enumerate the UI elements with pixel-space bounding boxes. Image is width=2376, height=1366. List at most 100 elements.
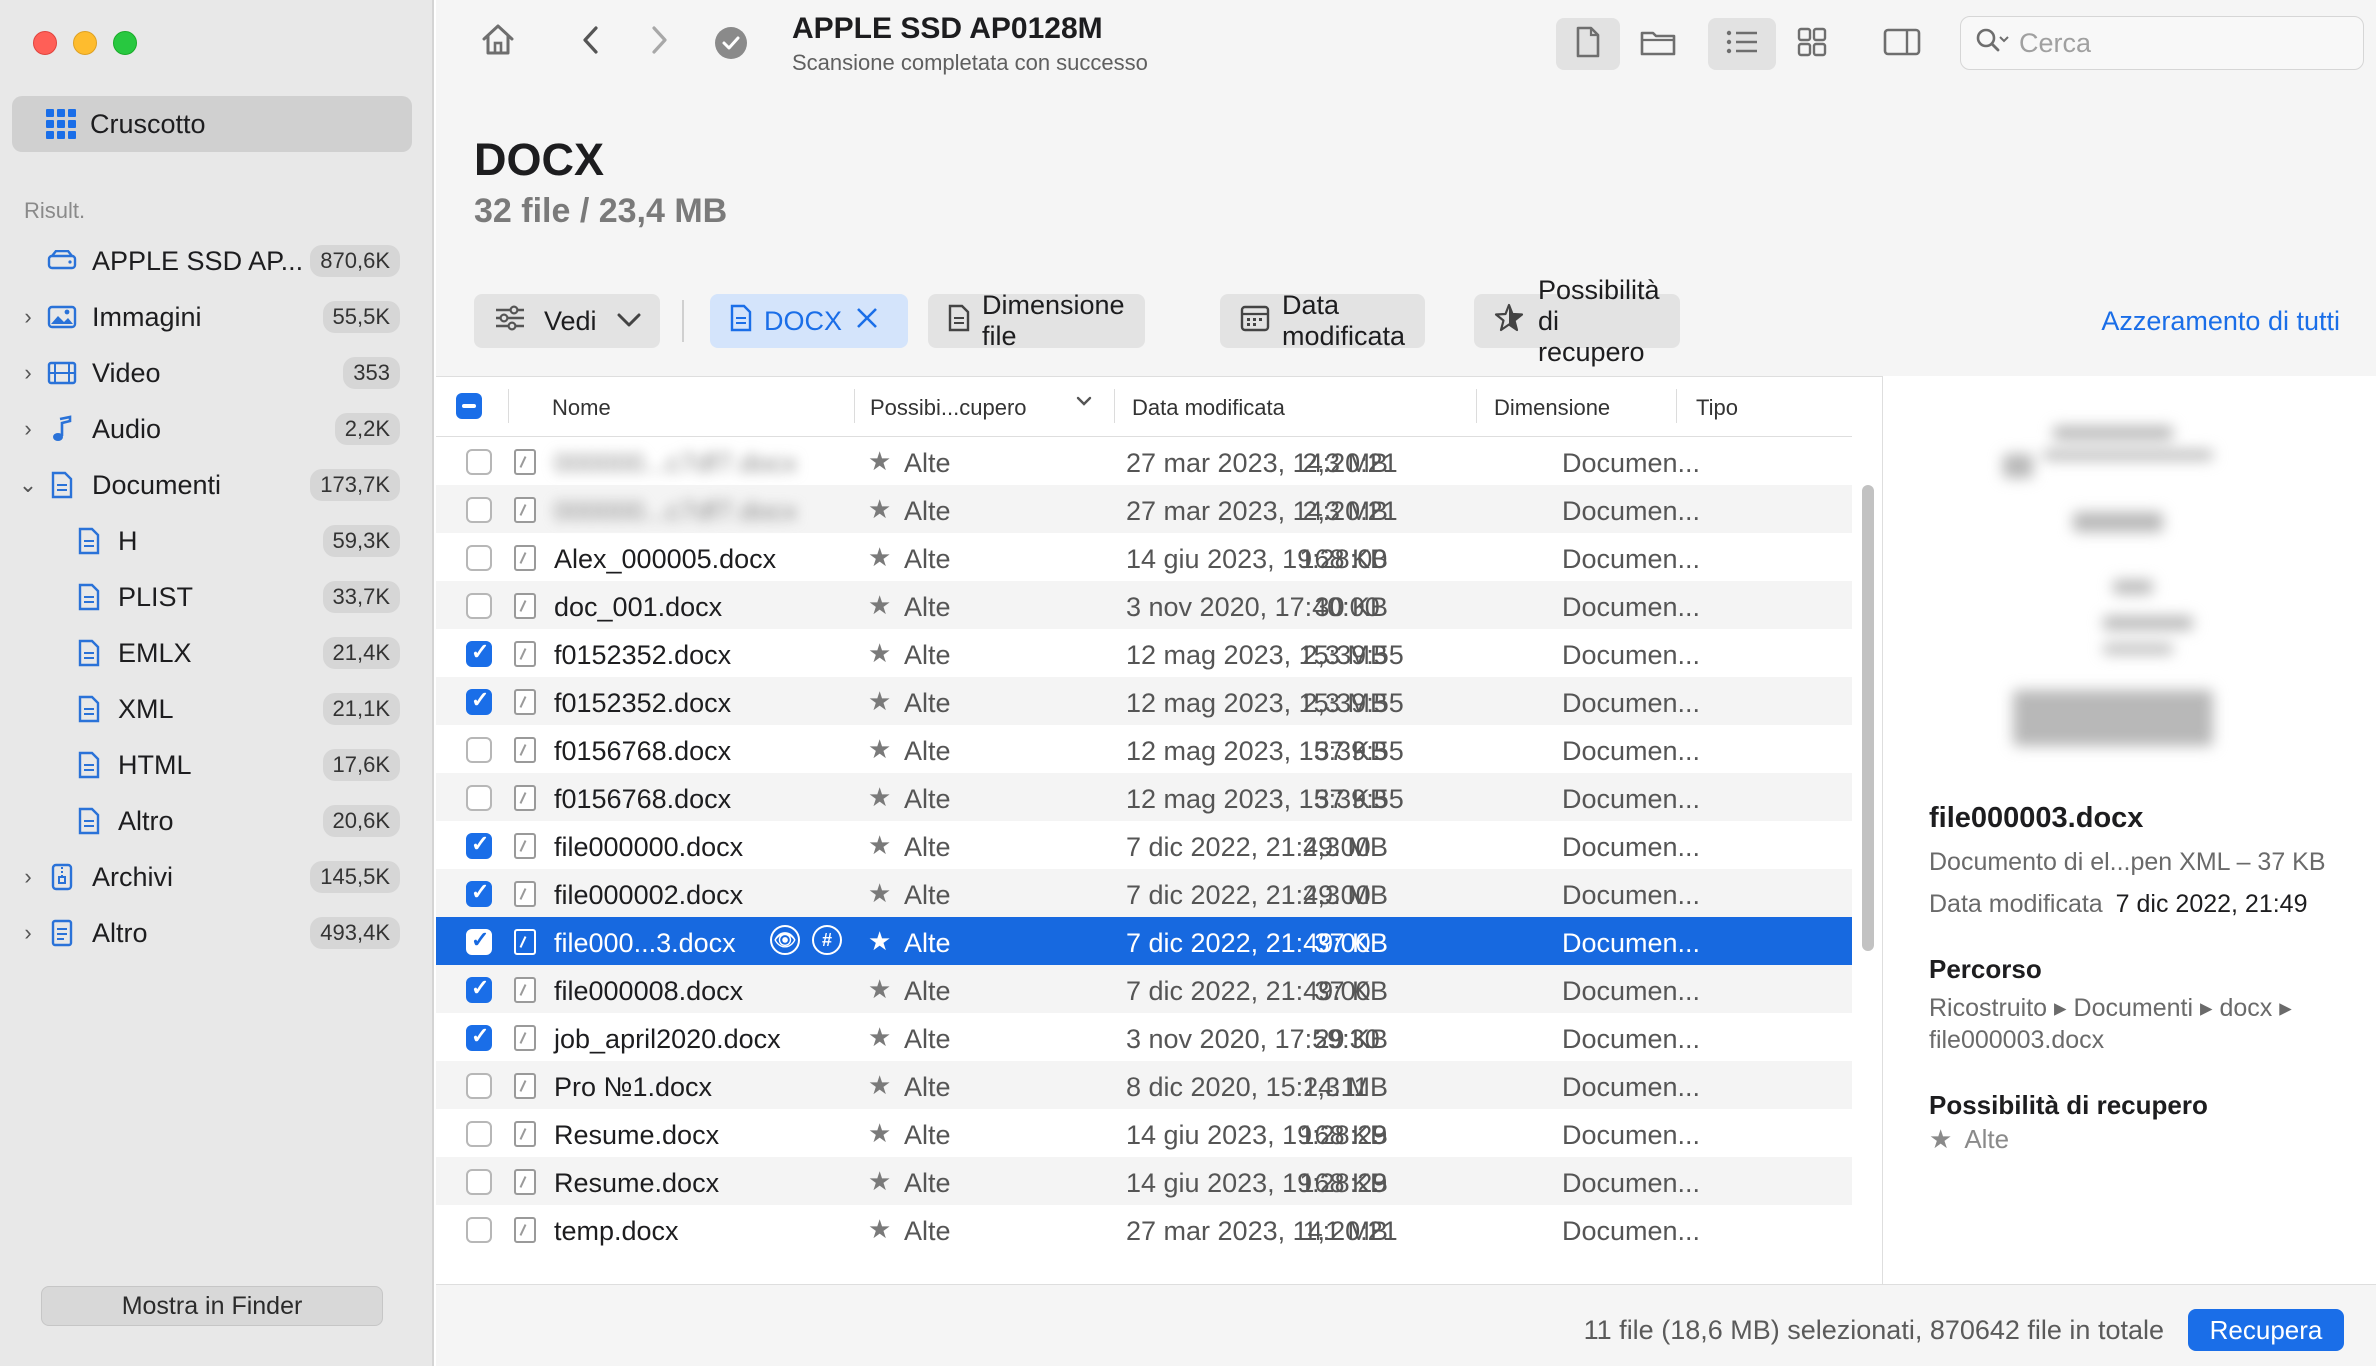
- column-header-date[interactable]: Data modificata: [1132, 395, 1285, 421]
- row-checkbox[interactable]: [466, 593, 492, 619]
- chevron-right-icon[interactable]: ›: [18, 416, 38, 442]
- column-header-chance[interactable]: Possibi...cupero: [870, 395, 1027, 421]
- table-row[interactable]: f0152352.docx ★ Alte 12 mag 2023, 15:39:…: [436, 677, 1852, 725]
- docx-filter-chip[interactable]: DOCX: [710, 294, 908, 348]
- minimize-window-button[interactable]: [73, 31, 97, 55]
- star-icon: ★: [868, 1022, 892, 1052]
- row-checkbox[interactable]: [466, 1023, 492, 1051]
- table-row[interactable]: temp.docx ★ Alte 27 mar 2023, 14:20:21 1…: [436, 1205, 1852, 1253]
- sidebar-item-label: Immagini: [92, 301, 202, 332]
- table-row[interactable]: Resume.docx ★ Alte 14 giu 2023, 19:28:29…: [436, 1157, 1852, 1205]
- chevron-right-icon[interactable]: ›: [18, 304, 38, 330]
- row-checkbox[interactable]: [466, 927, 492, 955]
- list-view-button[interactable]: [1708, 18, 1776, 70]
- column-header-name[interactable]: Nome: [552, 395, 611, 421]
- select-all-checkbox[interactable]: [456, 393, 482, 419]
- search-field[interactable]: [1960, 16, 2364, 70]
- view-dropdown[interactable]: Vedi: [474, 294, 660, 348]
- row-checkbox[interactable]: [466, 545, 492, 571]
- grid-view-button[interactable]: [1780, 18, 1844, 70]
- close-icon[interactable]: [854, 305, 880, 338]
- sidebar-item-drive[interactable]: APPLE SSD AP... 870,6K: [0, 233, 434, 289]
- table-row[interactable]: Resume.docx ★ Alte 14 giu 2023, 19:28:29…: [436, 1109, 1852, 1157]
- row-checkbox[interactable]: [466, 1169, 492, 1195]
- table-row[interactable]: job_april2020.docx ★ Alte 3 nov 2020, 17…: [436, 1013, 1852, 1061]
- sort-chevron-icon[interactable]: [1074, 391, 1094, 417]
- row-checkbox[interactable]: [466, 687, 492, 715]
- show-in-finder-button[interactable]: Mostra in Finder: [41, 1286, 383, 1326]
- forward-arrow-icon[interactable]: [644, 22, 674, 67]
- sidebar-item-other-docs[interactable]: Altro 20,6K: [0, 793, 434, 849]
- chevron-right-icon[interactable]: ›: [18, 864, 38, 890]
- sidebar-item-other[interactable]: › Altro 493,4K: [0, 905, 434, 961]
- recovery-chance: Alte: [904, 1216, 951, 1246]
- table-row[interactable]: f0156768.docx ★ Alte 12 mag 2023, 15:39:…: [436, 773, 1852, 821]
- sidebar-item-documents[interactable]: ⌄ Documenti 173,7K: [0, 457, 434, 513]
- chevron-right-icon[interactable]: ›: [18, 360, 38, 386]
- table-row[interactable]: 000000...c7df7.docx ★ Alte 27 mar 2023, …: [436, 437, 1852, 485]
- sidebar-item-html[interactable]: HTML 17,6K: [0, 737, 434, 793]
- close-window-button[interactable]: [33, 31, 57, 55]
- chevron-down-icon: [615, 306, 643, 337]
- sidebar-item-h[interactable]: H 59,3K: [0, 513, 434, 569]
- chevron-right-icon[interactable]: ›: [18, 920, 38, 946]
- reset-all-link[interactable]: Azzeramento di tutti: [2101, 306, 2340, 337]
- row-checkbox[interactable]: [466, 737, 492, 763]
- sidebar-item-dashboard[interactable]: Cruscotto: [12, 96, 412, 152]
- recovery-chance-filter[interactable]: Possibilità di recupero: [1474, 275, 1680, 367]
- document-thumbnail: [1983, 420, 2243, 760]
- sidebar-item-audio[interactable]: › Audio 2,2K: [0, 401, 434, 457]
- row-checkbox[interactable]: [466, 497, 492, 523]
- toggle-preview-button[interactable]: [1870, 18, 1934, 70]
- sliders-icon: [494, 304, 526, 339]
- page-title: DOCX: [474, 134, 605, 185]
- sidebar-item-images[interactable]: › Immagini 55,5K: [0, 289, 434, 345]
- sidebar-item-plist[interactable]: PLIST 33,7K: [0, 569, 434, 625]
- row-checkbox[interactable]: [466, 449, 492, 475]
- eye-icon[interactable]: 👁: [770, 925, 800, 955]
- table-row[interactable]: file000002.docx ★ Alte 7 dic 2022, 21:49…: [436, 869, 1852, 917]
- file-size: 37 KB: [1314, 928, 1388, 958]
- chevron-down-icon[interactable]: ⌄: [18, 472, 38, 498]
- row-checkbox[interactable]: [466, 785, 492, 811]
- date-modified-filter[interactable]: Data modificata: [1220, 290, 1426, 351]
- column-divider: [508, 389, 509, 423]
- file-size: 37 KB: [1314, 784, 1388, 814]
- table-row[interactable]: file000000.docx ★ Alte 7 dic 2022, 21:49…: [436, 821, 1852, 869]
- row-checkbox[interactable]: [466, 831, 492, 859]
- recovery-chance: Alte: [904, 688, 951, 718]
- table-row[interactable]: Pro №1.docx ★ Alte 8 dic 2020, 15:24:11 …: [436, 1061, 1852, 1109]
- sidebar-item-archives[interactable]: › Archivi 145,5K: [0, 849, 434, 905]
- table-row[interactable]: f0152352.docx ★ Alte 12 mag 2023, 15:39:…: [436, 629, 1852, 677]
- hashtag-icon[interactable]: #: [812, 925, 842, 955]
- row-checkbox[interactable]: [466, 1217, 492, 1243]
- search-input[interactable]: [2019, 27, 2339, 59]
- sidebar-item-video[interactable]: › Video 353: [0, 345, 434, 401]
- table-row[interactable]: doc_001.docx ★ Alte 3 nov 2020, 17:40:00…: [436, 581, 1852, 629]
- row-checkbox[interactable]: [466, 639, 492, 667]
- column-header-type[interactable]: Tipo: [1696, 395, 1738, 421]
- table-row[interactable]: f0156768.docx ★ Alte 12 mag 2023, 15:39:…: [436, 725, 1852, 773]
- row-checkbox[interactable]: [466, 879, 492, 907]
- recovery-chance: Alte: [904, 640, 951, 670]
- table-row-selected[interactable]: file000...3.docx 👁 # ★ Alte 7 dic 2022, …: [436, 917, 1852, 965]
- home-icon[interactable]: [478, 20, 518, 69]
- back-arrow-icon[interactable]: [576, 22, 606, 67]
- scrollbar-thumb[interactable]: [1862, 485, 1874, 951]
- recovery-chance: Alte: [904, 448, 951, 478]
- file-size-filter[interactable]: Dimensione file: [928, 290, 1145, 351]
- folder-view-button[interactable]: [1626, 18, 1690, 70]
- row-checkbox[interactable]: [466, 1073, 492, 1099]
- star-icon: ★: [868, 734, 892, 764]
- zoom-window-button[interactable]: [113, 31, 137, 55]
- row-checkbox[interactable]: [466, 1121, 492, 1147]
- sidebar-item-emlx[interactable]: EMLX 21,4K: [0, 625, 434, 681]
- row-checkbox[interactable]: [466, 975, 492, 1003]
- table-row[interactable]: 000000...c7df7.docx ★ Alte 27 mar 2023, …: [436, 485, 1852, 533]
- table-row[interactable]: file000008.docx ★ Alte 7 dic 2022, 21:49…: [436, 965, 1852, 1013]
- recover-button[interactable]: Recupera: [2188, 1309, 2344, 1351]
- sidebar-item-xml[interactable]: XML 21,1K: [0, 681, 434, 737]
- table-row[interactable]: Alex_000005.docx ★ Alte 14 giu 2023, 19:…: [436, 533, 1852, 581]
- column-header-size[interactable]: Dimensione: [1494, 395, 1610, 421]
- file-view-button[interactable]: [1556, 18, 1620, 70]
